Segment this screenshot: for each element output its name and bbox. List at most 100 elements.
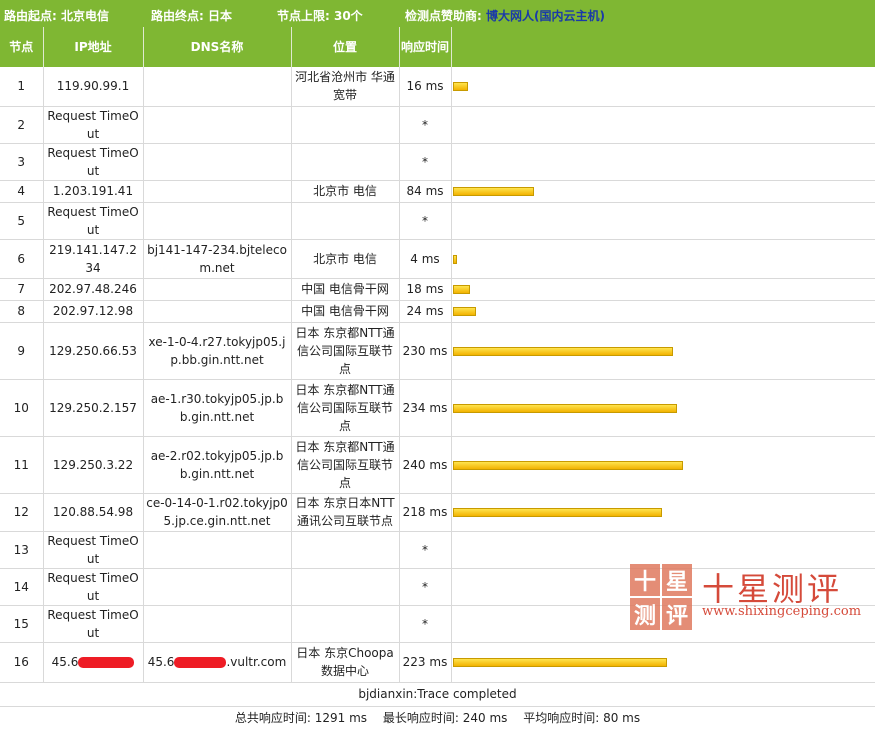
sponsor-sub-link[interactable]: (国内云主机) xyxy=(534,9,605,23)
hop-number: 7 xyxy=(0,278,44,301)
table-row: 2 Request TimeOut * xyxy=(0,106,875,144)
location xyxy=(291,568,400,606)
latency-bar xyxy=(452,82,468,92)
latency-bar xyxy=(452,187,534,196)
col-time: 响应时间 xyxy=(399,27,452,67)
trace-completed-row: bjdianxin:Trace completed xyxy=(0,682,875,707)
hop-number: 13 xyxy=(0,531,44,569)
location xyxy=(291,605,400,643)
dns-name: xe-1-0-4.r27.tokyjp05.jp.bb.gin.ntt.net xyxy=(143,322,292,380)
response-time: 230 ms xyxy=(399,322,452,380)
location: 日本 东京Choopa数据中心 xyxy=(291,642,400,683)
ip-address: Request TimeOut xyxy=(43,605,144,643)
location xyxy=(291,531,400,569)
location xyxy=(291,143,400,181)
hop-number: 1 xyxy=(0,67,44,107)
response-time: * xyxy=(399,106,452,144)
response-time: * xyxy=(399,605,452,643)
response-time: * xyxy=(399,568,452,606)
node-limit: 节点上限: 30个 xyxy=(277,9,363,23)
dns-name xyxy=(143,605,292,643)
response-time: 218 ms xyxy=(399,493,452,532)
response-summary: 总共响应时间: 1291 ms 最长响应时间: 240 ms 平均响应时间: 8… xyxy=(234,710,641,725)
ip-address: 1.203.191.41 xyxy=(43,180,144,203)
latency-bar xyxy=(452,508,662,517)
hop-number: 12 xyxy=(0,493,44,532)
route-end: 路由终点: 日本 xyxy=(151,9,232,23)
ip-address: 219.141.147.234 xyxy=(43,239,144,279)
response-time: 84 ms xyxy=(399,180,452,203)
response-time: * xyxy=(399,143,452,181)
hop-number: 2 xyxy=(0,106,44,144)
table-row: 1 119.90.99.1 河北省沧州市 华通宽带 16 ms xyxy=(0,67,875,107)
location: 日本 东京都NTT通信公司国际互联节点 xyxy=(291,322,400,380)
location xyxy=(291,106,400,144)
col-dns: DNS名称 xyxy=(143,27,292,67)
table-row: 10 129.250.2.157 ae-1.r30.tokyjp05.jp.bb.g… xyxy=(0,379,875,437)
latency-bar-cell xyxy=(451,278,875,301)
latency-bar-cell xyxy=(451,143,875,181)
col-location: 位置 xyxy=(291,27,400,67)
latency-bar-cell xyxy=(451,300,875,323)
ip-address: 119.90.99.1 xyxy=(43,67,144,107)
table-row: 9 129.250.66.53 xe-1-0-4.r27.tokyjp05.jp.b… xyxy=(0,322,875,380)
summary-row: 总共响应时间: 1291 ms 最长响应时间: 240 ms 平均响应时间: 8… xyxy=(0,706,875,729)
dns-name: ce-0-14-0-1.r02.tokyjp05.jp.ce.gin.ntt.n… xyxy=(143,493,292,532)
table-row: 11 129.250.3.22 ae-2.r02.tokyjp05.jp.bb.gi… xyxy=(0,436,875,494)
latency-bar-cell xyxy=(451,436,875,494)
latency-bar-cell xyxy=(451,106,875,144)
ip-address: 202.97.48.246 xyxy=(43,278,144,301)
dns-name: bj141-147-234.bjtelecom.net xyxy=(143,239,292,279)
ip-address: 120.88.54.98 xyxy=(43,493,144,532)
ip-address: 129.250.2.157 xyxy=(43,379,144,437)
latency-bar-cell xyxy=(451,180,875,203)
dns-name xyxy=(143,143,292,181)
response-time: 24 ms xyxy=(399,300,452,323)
location: 北京市 电信 xyxy=(291,180,400,203)
sponsor-link[interactable]: 博大网人 xyxy=(486,9,534,23)
latency-bar xyxy=(452,285,470,294)
ip-address: 202.97.12.98 xyxy=(43,300,144,323)
col-ip: IP地址 xyxy=(43,27,144,67)
ip-prefix: 45.6 xyxy=(51,655,79,669)
table-row: 12 120.88.54.98 ce-0-14-0-1.r02.tokyjp05.j… xyxy=(0,493,875,532)
dns-name xyxy=(143,106,292,144)
latency-bar-cell xyxy=(451,202,875,240)
hop-number: 11 xyxy=(0,436,44,494)
col-bar xyxy=(451,27,875,67)
table-row: 8 202.97.12.98 中国 电信骨干网 24 ms xyxy=(0,300,875,323)
latency-bar xyxy=(452,460,683,470)
redaction-mark xyxy=(78,657,135,668)
location: 河北省沧州市 华通宽带 xyxy=(291,67,400,107)
location: 中国 电信骨干网 xyxy=(291,300,400,323)
hop-number: 10 xyxy=(0,379,44,437)
ip-address: 129.250.66.53 xyxy=(43,322,144,380)
latency-bar-cell xyxy=(451,67,875,107)
ip-address: Request TimeOut xyxy=(43,202,144,240)
trace-completed: bjdianxin:Trace completed xyxy=(0,682,875,707)
latency-bar xyxy=(452,307,476,316)
location: 中国 电信骨干网 xyxy=(291,278,400,301)
latency-bar xyxy=(452,403,677,413)
dns-name: 45.6 .vultr.com xyxy=(143,642,292,683)
latency-bar-cell xyxy=(451,379,875,437)
latency-bar-cell xyxy=(451,642,875,683)
response-time: * xyxy=(399,202,452,240)
table-row: 5 Request TimeOut * xyxy=(0,202,875,240)
dns-name xyxy=(143,278,292,301)
table-row: 7 202.97.48.246 中国 电信骨干网 18 ms xyxy=(0,278,875,301)
table-row: 13 Request TimeOut * xyxy=(0,531,875,569)
dns-name: ae-1.r30.tokyjp05.jp.bb.gin.ntt.net xyxy=(143,379,292,437)
trace-table: 节点 IP地址 DNS名称 位置 响应时间 1 119.90.99.1 河北省沧州市… xyxy=(0,27,875,729)
ip-address: Request TimeOut xyxy=(43,143,144,181)
ip-address: 129.250.3.22 xyxy=(43,436,144,494)
dns-name xyxy=(143,67,292,107)
dns-name xyxy=(143,300,292,323)
hop-number: 3 xyxy=(0,143,44,181)
response-time: * xyxy=(399,531,452,569)
latency-bar-cell xyxy=(451,239,875,279)
location: 北京市 电信 xyxy=(291,239,400,279)
hop-number: 15 xyxy=(0,605,44,643)
ip-address: Request TimeOut xyxy=(43,531,144,569)
route-start: 路由起点: 北京电信 xyxy=(4,9,109,23)
